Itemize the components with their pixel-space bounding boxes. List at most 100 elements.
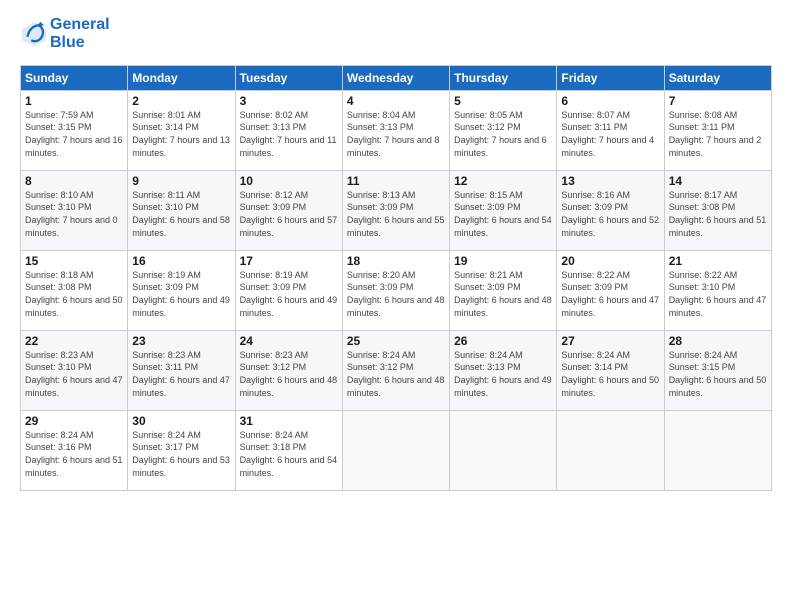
day-number: 16 bbox=[132, 254, 230, 268]
day-info: Sunrise: 8:19 AMSunset: 3:09 PMDaylight:… bbox=[240, 269, 338, 319]
calendar-cell: 7Sunrise: 8:08 AMSunset: 3:11 PMDaylight… bbox=[664, 90, 771, 170]
calendar-cell: 14Sunrise: 8:17 AMSunset: 3:08 PMDayligh… bbox=[664, 170, 771, 250]
day-number: 22 bbox=[25, 334, 123, 348]
calendar-cell: 12Sunrise: 8:15 AMSunset: 3:09 PMDayligh… bbox=[450, 170, 557, 250]
calendar: Sunday Monday Tuesday Wednesday Thursday… bbox=[20, 65, 772, 491]
day-number: 19 bbox=[454, 254, 552, 268]
day-number: 14 bbox=[669, 174, 767, 188]
day-info: Sunrise: 8:24 AMSunset: 3:17 PMDaylight:… bbox=[132, 429, 230, 479]
header-wednesday: Wednesday bbox=[342, 65, 449, 90]
week-row-5: 29Sunrise: 8:24 AMSunset: 3:16 PMDayligh… bbox=[21, 410, 772, 490]
header-thursday: Thursday bbox=[450, 65, 557, 90]
weekday-header-row: Sunday Monday Tuesday Wednesday Thursday… bbox=[21, 65, 772, 90]
day-info: Sunrise: 8:23 AMSunset: 3:11 PMDaylight:… bbox=[132, 349, 230, 399]
day-info: Sunrise: 8:08 AMSunset: 3:11 PMDaylight:… bbox=[669, 109, 767, 159]
day-number: 2 bbox=[132, 94, 230, 108]
day-number: 29 bbox=[25, 414, 123, 428]
day-number: 12 bbox=[454, 174, 552, 188]
day-info: Sunrise: 8:20 AMSunset: 3:09 PMDaylight:… bbox=[347, 269, 445, 319]
day-info: Sunrise: 8:04 AMSunset: 3:13 PMDaylight:… bbox=[347, 109, 445, 159]
calendar-cell: 30Sunrise: 8:24 AMSunset: 3:17 PMDayligh… bbox=[128, 410, 235, 490]
day-number: 9 bbox=[132, 174, 230, 188]
week-row-3: 15Sunrise: 8:18 AMSunset: 3:08 PMDayligh… bbox=[21, 250, 772, 330]
day-number: 26 bbox=[454, 334, 552, 348]
header-saturday: Saturday bbox=[664, 65, 771, 90]
day-number: 4 bbox=[347, 94, 445, 108]
day-info: Sunrise: 8:23 AMSunset: 3:12 PMDaylight:… bbox=[240, 349, 338, 399]
logo-text: General Blue bbox=[50, 16, 110, 53]
calendar-cell bbox=[557, 410, 664, 490]
day-info: Sunrise: 8:19 AMSunset: 3:09 PMDaylight:… bbox=[132, 269, 230, 319]
logo-icon bbox=[20, 20, 48, 48]
day-info: Sunrise: 8:17 AMSunset: 3:08 PMDaylight:… bbox=[669, 189, 767, 239]
day-info: Sunrise: 7:59 AMSunset: 3:15 PMDaylight:… bbox=[25, 109, 123, 159]
calendar-cell: 16Sunrise: 8:19 AMSunset: 3:09 PMDayligh… bbox=[128, 250, 235, 330]
day-number: 6 bbox=[561, 94, 659, 108]
calendar-cell: 19Sunrise: 8:21 AMSunset: 3:09 PMDayligh… bbox=[450, 250, 557, 330]
day-info: Sunrise: 8:02 AMSunset: 3:13 PMDaylight:… bbox=[240, 109, 338, 159]
week-row-2: 8Sunrise: 8:10 AMSunset: 3:10 PMDaylight… bbox=[21, 170, 772, 250]
header-tuesday: Tuesday bbox=[235, 65, 342, 90]
calendar-cell: 11Sunrise: 8:13 AMSunset: 3:09 PMDayligh… bbox=[342, 170, 449, 250]
calendar-cell: 22Sunrise: 8:23 AMSunset: 3:10 PMDayligh… bbox=[21, 330, 128, 410]
day-info: Sunrise: 8:24 AMSunset: 3:16 PMDaylight:… bbox=[25, 429, 123, 479]
day-number: 5 bbox=[454, 94, 552, 108]
calendar-cell: 9Sunrise: 8:11 AMSunset: 3:10 PMDaylight… bbox=[128, 170, 235, 250]
day-info: Sunrise: 8:23 AMSunset: 3:10 PMDaylight:… bbox=[25, 349, 123, 399]
day-number: 23 bbox=[132, 334, 230, 348]
calendar-cell: 3Sunrise: 8:02 AMSunset: 3:13 PMDaylight… bbox=[235, 90, 342, 170]
calendar-cell: 13Sunrise: 8:16 AMSunset: 3:09 PMDayligh… bbox=[557, 170, 664, 250]
calendar-cell: 25Sunrise: 8:24 AMSunset: 3:12 PMDayligh… bbox=[342, 330, 449, 410]
day-info: Sunrise: 8:22 AMSunset: 3:10 PMDaylight:… bbox=[669, 269, 767, 319]
day-info: Sunrise: 8:24 AMSunset: 3:14 PMDaylight:… bbox=[561, 349, 659, 399]
calendar-cell bbox=[664, 410, 771, 490]
calendar-cell: 15Sunrise: 8:18 AMSunset: 3:08 PMDayligh… bbox=[21, 250, 128, 330]
day-number: 24 bbox=[240, 334, 338, 348]
day-info: Sunrise: 8:24 AMSunset: 3:18 PMDaylight:… bbox=[240, 429, 338, 479]
week-row-1: 1Sunrise: 7:59 AMSunset: 3:15 PMDaylight… bbox=[21, 90, 772, 170]
day-info: Sunrise: 8:11 AMSunset: 3:10 PMDaylight:… bbox=[132, 189, 230, 239]
day-number: 25 bbox=[347, 334, 445, 348]
day-info: Sunrise: 8:18 AMSunset: 3:08 PMDaylight:… bbox=[25, 269, 123, 319]
day-info: Sunrise: 8:15 AMSunset: 3:09 PMDaylight:… bbox=[454, 189, 552, 239]
calendar-cell: 21Sunrise: 8:22 AMSunset: 3:10 PMDayligh… bbox=[664, 250, 771, 330]
calendar-cell: 10Sunrise: 8:12 AMSunset: 3:09 PMDayligh… bbox=[235, 170, 342, 250]
calendar-cell: 5Sunrise: 8:05 AMSunset: 3:12 PMDaylight… bbox=[450, 90, 557, 170]
day-number: 20 bbox=[561, 254, 659, 268]
day-number: 8 bbox=[25, 174, 123, 188]
day-info: Sunrise: 8:10 AMSunset: 3:10 PMDaylight:… bbox=[25, 189, 123, 239]
day-info: Sunrise: 8:24 AMSunset: 3:15 PMDaylight:… bbox=[669, 349, 767, 399]
week-row-4: 22Sunrise: 8:23 AMSunset: 3:10 PMDayligh… bbox=[21, 330, 772, 410]
logo: General Blue bbox=[20, 16, 110, 53]
calendar-cell: 28Sunrise: 8:24 AMSunset: 3:15 PMDayligh… bbox=[664, 330, 771, 410]
calendar-cell: 18Sunrise: 8:20 AMSunset: 3:09 PMDayligh… bbox=[342, 250, 449, 330]
day-info: Sunrise: 8:21 AMSunset: 3:09 PMDaylight:… bbox=[454, 269, 552, 319]
day-number: 30 bbox=[132, 414, 230, 428]
day-info: Sunrise: 8:07 AMSunset: 3:11 PMDaylight:… bbox=[561, 109, 659, 159]
header: General Blue bbox=[20, 16, 772, 53]
calendar-cell: 26Sunrise: 8:24 AMSunset: 3:13 PMDayligh… bbox=[450, 330, 557, 410]
calendar-cell bbox=[342, 410, 449, 490]
header-friday: Friday bbox=[557, 65, 664, 90]
calendar-cell: 24Sunrise: 8:23 AMSunset: 3:12 PMDayligh… bbox=[235, 330, 342, 410]
header-sunday: Sunday bbox=[21, 65, 128, 90]
calendar-cell: 1Sunrise: 7:59 AMSunset: 3:15 PMDaylight… bbox=[21, 90, 128, 170]
day-number: 10 bbox=[240, 174, 338, 188]
day-number: 11 bbox=[347, 174, 445, 188]
calendar-cell: 6Sunrise: 8:07 AMSunset: 3:11 PMDaylight… bbox=[557, 90, 664, 170]
day-number: 28 bbox=[669, 334, 767, 348]
calendar-cell: 20Sunrise: 8:22 AMSunset: 3:09 PMDayligh… bbox=[557, 250, 664, 330]
day-number: 3 bbox=[240, 94, 338, 108]
day-number: 15 bbox=[25, 254, 123, 268]
day-number: 7 bbox=[669, 94, 767, 108]
calendar-cell: 27Sunrise: 8:24 AMSunset: 3:14 PMDayligh… bbox=[557, 330, 664, 410]
header-monday: Monday bbox=[128, 65, 235, 90]
day-info: Sunrise: 8:05 AMSunset: 3:12 PMDaylight:… bbox=[454, 109, 552, 159]
day-info: Sunrise: 8:24 AMSunset: 3:12 PMDaylight:… bbox=[347, 349, 445, 399]
day-info: Sunrise: 8:22 AMSunset: 3:09 PMDaylight:… bbox=[561, 269, 659, 319]
day-number: 21 bbox=[669, 254, 767, 268]
day-number: 13 bbox=[561, 174, 659, 188]
page: General Blue Sunday Monday Tuesday Wedne… bbox=[0, 0, 792, 612]
day-info: Sunrise: 8:13 AMSunset: 3:09 PMDaylight:… bbox=[347, 189, 445, 239]
calendar-cell: 31Sunrise: 8:24 AMSunset: 3:18 PMDayligh… bbox=[235, 410, 342, 490]
